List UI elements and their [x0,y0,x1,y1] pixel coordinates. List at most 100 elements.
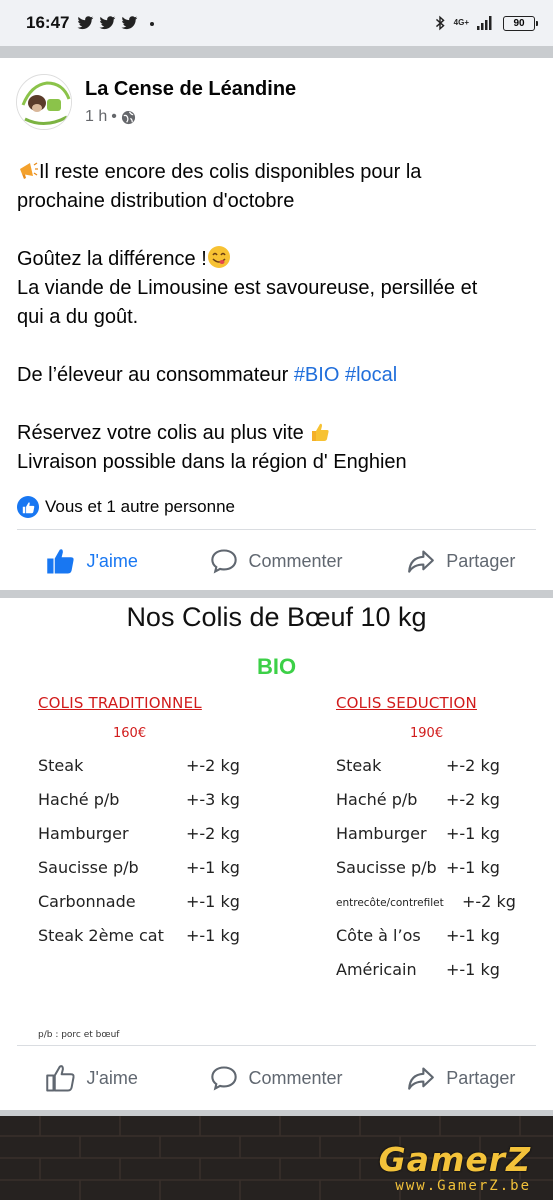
post-meta: 1 h • [85,108,136,126]
comment-label: Commenter [248,550,343,571]
paragraph-line: qui a du goût. [17,306,139,328]
divider [17,1045,536,1046]
image-post-card: Nos Colis de Bœuf 10 kg BIO COLIS TRADIT… [0,598,553,1110]
row-qty: +-2 kg [462,892,516,911]
page-avatar[interactable] [16,74,72,130]
hashtag-local[interactable]: #local [345,364,397,386]
post-paragraph: Goûtez la différence ! La viande de Limo… [17,245,537,332]
colis-seduction: COLIS SEDUCTION 190€ Steak +-2 kg Haché p… [336,694,536,979]
comment-icon [211,549,238,574]
paragraph-line: De l’éleveur au consommateur [17,364,289,386]
row-item: Steak [38,756,84,775]
image-post-actions: J'aime Commenter Partager [0,1054,553,1102]
row-item: Saucisse p/b [336,858,437,877]
row-qty: +-1 kg [446,824,500,843]
share-icon [408,550,435,573]
megaphone-icon [20,162,38,179]
like-label: J'aime [86,1067,138,1088]
thumbs-up-icon [47,549,75,574]
twitter-icon [122,16,138,30]
row-qty: +-2 kg [186,824,240,843]
globe-icon[interactable] [121,110,136,125]
row-qty: +-1 kg [186,926,240,945]
thumbs-up-icon [46,1065,76,1092]
battery-level: 90 [513,17,525,29]
like-button[interactable]: J'aime [0,547,184,575]
image-footnote: p/b : porc et bœuf [38,1030,120,1040]
colis-heading: COLIS SEDUCTION [336,694,477,712]
twitter-icon [78,16,94,30]
row-item: Steak 2ème cat [38,926,164,945]
farm-logo-icon [17,75,71,129]
paragraph-line: Livraison possible dans la région d' Eng… [17,451,407,473]
row-item: Hamburger [38,824,129,843]
post-paragraph: De l’éleveur au consommateur #BIO #local [17,361,537,390]
colis-traditionnel: COLIS TRADITIONNEL 160€ Steak +-2 kg Hach… [38,694,278,945]
post-paragraph: Réservez votre colis au plus vite Livrai… [17,419,537,477]
reactions-text: Vous et 1 autre personne [45,497,235,516]
row-qty: +-1 kg [446,858,500,877]
thumbs-up-emoji-icon [312,423,329,441]
row-qty: +-1 kg [446,960,500,979]
watermark-banner: GamerZ www.GamerZ.be [0,1116,553,1200]
more-notifications-dot [150,22,155,26]
row-item: Côte à l’os [336,926,421,945]
image-title: Nos Colis de Bœuf 10 kg [126,602,427,632]
signal-icon [477,16,492,30]
share-label: Partager [446,1067,516,1088]
row-item: Hamburger [336,824,427,843]
status-time: 16:47 [26,13,70,32]
gamerz-logo: GamerZ [378,1140,531,1179]
paragraph-line: La viande de Limousine est savoureuse, p… [17,277,478,299]
row-item: Haché p/b [38,790,120,809]
row-item: Saucisse p/b [38,858,139,877]
post-card: La Cense de Léandine 1 h • Il reste enco… [0,58,553,590]
hashtag-bio[interactable]: #BIO [294,364,340,386]
row-qty: +-3 kg [186,790,240,809]
post-image[interactable]: Nos Colis de Bœuf 10 kg BIO COLIS TRADIT… [0,598,553,1048]
paragraph-line: Il reste encore des colis disponibles po… [39,161,422,183]
share-label: Partager [446,550,516,571]
row-qty: +-2 kg [186,756,240,775]
colis-price: 160€ [113,726,147,741]
image-bio-label: BIO [256,654,297,679]
bluetooth-icon [435,15,445,31]
comment-icon [211,1066,238,1091]
like-reaction-icon [17,496,39,518]
reactions-summary[interactable]: Vous et 1 autre personne [17,496,235,518]
share-button[interactable]: Partager [369,548,553,574]
page-name[interactable]: La Cense de Léandine [85,78,296,101]
row-item: entrecôte/contrefilet [336,897,444,909]
divider [17,529,536,530]
like-label: J'aime [86,550,138,571]
row-qty: +-1 kg [186,858,240,877]
post-paragraph: Il reste encore des colis disponibles po… [17,158,537,216]
colis-price: 190€ [410,726,444,741]
row-item: Haché p/b [336,790,418,809]
row-item: Steak [336,756,382,775]
twitter-icon [100,16,116,30]
row-qty: +-1 kg [186,892,240,911]
row-item: Carbonnade [38,892,136,911]
meta-separator: • [111,108,117,125]
row-item: Américain [336,960,417,979]
share-icon [408,1067,435,1090]
row-qty: +-2 kg [446,790,500,809]
status-right: 4G+ 90 [434,15,538,31]
comment-button[interactable]: Commenter [184,1065,368,1091]
status-bar: 16:47 4G+ 90 [0,0,553,46]
comment-button[interactable]: Commenter [184,548,368,574]
share-button[interactable]: Partager [369,1065,553,1091]
post-time: 1 h [85,108,108,125]
paragraph-line: prochaine distribution d'octobre [17,190,295,212]
gamerz-site: www.GamerZ.be [395,1178,531,1194]
comment-label: Commenter [248,1067,343,1088]
colis-heading: COLIS TRADITIONNEL [38,694,202,712]
yum-face-icon [207,246,230,268]
row-qty: +-1 kg [446,926,500,945]
like-button[interactable]: J'aime [0,1064,184,1092]
network-type: 4G+ [453,18,469,27]
notification-icons [77,16,138,30]
paragraph-line: Goûtez la différence ! [17,248,207,270]
battery-indicator: 90 [503,15,538,31]
